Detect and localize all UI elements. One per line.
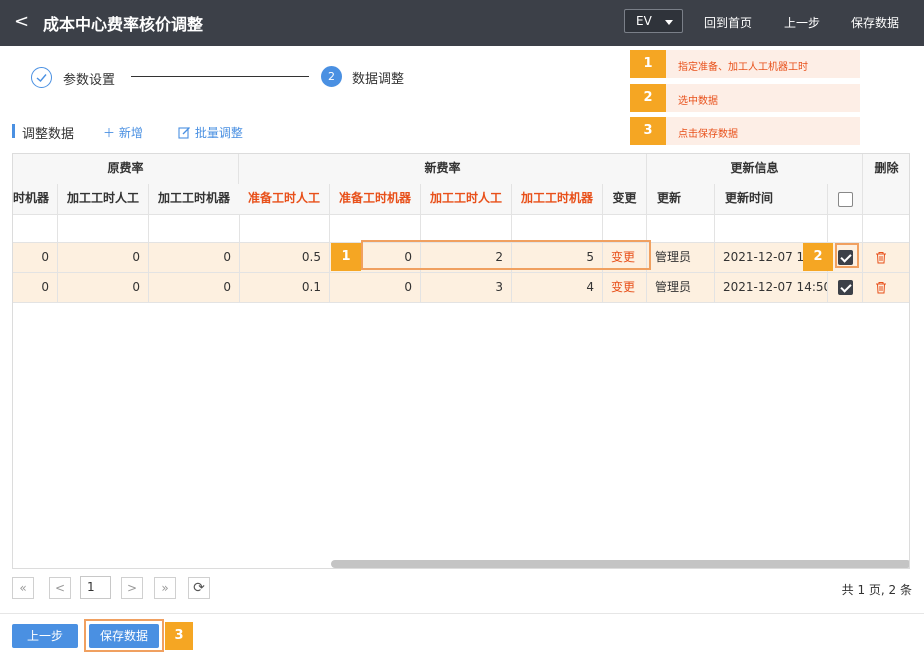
- col-header-empty: [863, 184, 909, 215]
- first-page-button[interactable]: «: [12, 577, 34, 599]
- note-1: 1 指定准备、加工人工机器工时: [630, 50, 860, 78]
- note-3: 3 点击保存数据: [630, 117, 860, 145]
- row1-cell: 0: [58, 243, 149, 273]
- filter-cell[interactable]: [149, 214, 240, 243]
- top-header: < 成本中心费率核价调整 EV 回到首页 上一步 保存数据: [0, 0, 924, 46]
- filter-cell[interactable]: [603, 214, 647, 243]
- row2-cell[interactable]: 4: [512, 273, 603, 303]
- prev-page-button[interactable]: <: [49, 577, 71, 599]
- row1-cell[interactable]: 0.5: [239, 243, 330, 273]
- header-save-button[interactable]: 保存数据: [851, 14, 899, 31]
- footer-prev-button[interactable]: 上一步: [12, 624, 78, 648]
- filter-cell[interactable]: [421, 214, 512, 243]
- environment-value: EV: [636, 14, 652, 28]
- filter-cell[interactable]: [13, 214, 58, 243]
- row1-cell: 0: [13, 243, 58, 273]
- row2-cell: 0: [13, 273, 58, 303]
- edit-icon: [178, 127, 190, 139]
- filter-cell[interactable]: [647, 214, 715, 243]
- batch-adjust-button[interactable]: 批量调整: [178, 124, 243, 141]
- callout-badge-2: 2: [803, 243, 833, 271]
- note-3-text: 点击保存数据: [678, 129, 738, 140]
- row1-user: 管理员: [647, 243, 715, 273]
- filter-cell[interactable]: [512, 214, 603, 243]
- filter-cell: [863, 214, 909, 243]
- filter-cell[interactable]: [58, 214, 149, 243]
- step-2-number: 2: [321, 66, 342, 87]
- pager-info: 共 1 页, 2 条: [841, 583, 912, 597]
- group-header-delete: 删除: [863, 154, 909, 185]
- last-page-button[interactable]: »: [154, 577, 176, 599]
- section-title: 调整数据: [22, 127, 75, 142]
- section-marker: [12, 124, 15, 138]
- note-1-number: 1: [630, 50, 666, 78]
- step-1-check-icon: [31, 67, 52, 88]
- col-header: 更新: [647, 184, 715, 215]
- col-header: 变更: [603, 184, 647, 215]
- edit-highlight-box: [361, 240, 651, 270]
- refresh-icon[interactable]: ⟳: [188, 577, 210, 599]
- note-2: 2 选中数据: [630, 84, 860, 112]
- header-prev-button[interactable]: 上一步: [784, 14, 820, 31]
- data-table: 原费率 新费率 更新信息 删除 时机器 加工工时人工 加工工时机器 准备工时人工…: [12, 153, 910, 569]
- row2-cell: 0: [149, 273, 240, 303]
- row2-user: 管理员: [647, 273, 715, 303]
- group-header-new: 新费率: [239, 154, 647, 185]
- col-header: 准备工时人工: [239, 184, 330, 215]
- col-header: 更新时间: [715, 184, 828, 215]
- group-header-update: 更新信息: [647, 154, 863, 185]
- col-header: 时机器: [13, 184, 58, 215]
- row2-cell: 0: [58, 273, 149, 303]
- note-3-number: 3: [630, 117, 666, 145]
- page-title: 成本中心费率核价调整: [43, 15, 204, 34]
- note-1-text: 指定准备、加工人工机器工时: [678, 62, 808, 73]
- filter-cell: [828, 214, 863, 243]
- col-header: 加工工时人工: [421, 184, 512, 215]
- home-button[interactable]: 回到首页: [704, 14, 752, 31]
- batch-adjust-label: 批量调整: [194, 126, 243, 140]
- note-2-text: 选中数据: [678, 96, 718, 107]
- col-header: 加工工时人工: [58, 184, 149, 215]
- horizontal-scrollbar[interactable]: [331, 560, 909, 568]
- checkbox-highlight-box: [835, 243, 859, 268]
- row2-check-cell: [828, 273, 863, 303]
- step-1-label: 参数设置: [63, 73, 116, 88]
- row2-time: 2021-12-07 14:50: [715, 273, 828, 303]
- row1-delete-cell: [863, 243, 909, 273]
- row2-checkbox[interactable]: [838, 280, 853, 295]
- row2-cell[interactable]: 0: [330, 273, 421, 303]
- row1-cell: 0: [149, 243, 240, 273]
- next-page-button[interactable]: >: [121, 577, 143, 599]
- page-number-input[interactable]: 1: [80, 576, 111, 599]
- trash-icon[interactable]: [875, 251, 887, 264]
- trash-icon[interactable]: [875, 281, 887, 294]
- select-all-cell: [828, 184, 863, 215]
- filter-cell[interactable]: [330, 214, 421, 243]
- callout-badge-3: 3: [165, 622, 193, 650]
- back-arrow-icon[interactable]: <: [14, 11, 29, 32]
- step-connector: [131, 76, 309, 77]
- row2-cell[interactable]: 0.1: [239, 273, 330, 303]
- col-header: 加工工时机器: [149, 184, 240, 215]
- col-header: 加工工时机器: [512, 184, 603, 215]
- row2-cell[interactable]: 3: [421, 273, 512, 303]
- group-header-original: 原费率: [13, 154, 239, 185]
- col-header: 准备工时机器: [330, 184, 421, 215]
- footer-divider: [0, 613, 924, 614]
- callout-badge-1: 1: [331, 243, 361, 271]
- caret-down-icon: [665, 20, 673, 25]
- filter-cell[interactable]: [715, 214, 828, 243]
- select-all-checkbox[interactable]: [838, 192, 853, 207]
- step-2-label: 数据调整: [352, 72, 405, 87]
- note-2-number: 2: [630, 84, 666, 112]
- row2-delete-cell: [863, 273, 909, 303]
- add-button[interactable]: ＋ 新增: [103, 124, 143, 141]
- environment-select[interactable]: EV: [624, 9, 683, 33]
- footer-save-button[interactable]: 保存数据: [89, 624, 159, 648]
- row2-change-link[interactable]: 变更: [603, 273, 647, 303]
- filter-cell[interactable]: [239, 214, 330, 243]
